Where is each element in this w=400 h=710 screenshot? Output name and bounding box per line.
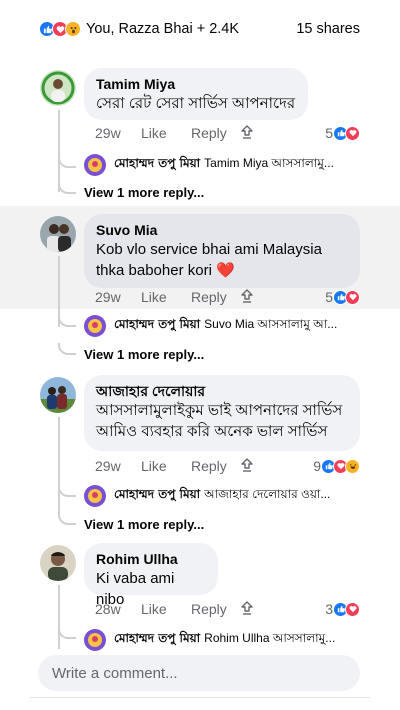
comment-bubble[interactable]: Suvo Mia Kob vlo service bhai ami Malays… bbox=[84, 214, 360, 288]
comment-author[interactable]: Tamim Miya bbox=[96, 75, 296, 93]
love-icon bbox=[345, 601, 360, 617]
love-icon bbox=[345, 289, 360, 305]
reply-preview[interactable]: মোহাম্মদ তপু মিয়া আজাহার দেলোয়ার ওয়া.… bbox=[84, 485, 360, 507]
reply-connector bbox=[58, 343, 76, 355]
thread-line bbox=[58, 417, 60, 513]
bottom-divider bbox=[30, 697, 370, 698]
reply-avatar[interactable] bbox=[84, 315, 106, 337]
reply-connector bbox=[58, 513, 76, 525]
comment-text: আসসালামুলাইকুম ভাই আপনাদের সার্ভিস আমিও … bbox=[96, 402, 343, 440]
comment-text: সেরা রেট সেরা সার্ভিস আপনাদের bbox=[96, 95, 296, 112]
reaction-count[interactable]: 5 bbox=[325, 289, 360, 305]
reply-text: Rohim Ullha আসসালামু... bbox=[204, 631, 336, 645]
view-more-replies-link[interactable]: View 1 more reply... bbox=[84, 185, 204, 200]
wow-icon bbox=[65, 21, 81, 37]
reply-preview[interactable]: মোহাম্মদ তপু মিয়া Suvo Mia আসসালামু আ..… bbox=[84, 315, 360, 337]
reply-author[interactable]: মোহাম্মদ তপু মিয়া bbox=[114, 155, 200, 175]
comment-text: Kob vlo service bhai ami Malaysia thka b… bbox=[96, 241, 322, 279]
thread-line bbox=[58, 585, 60, 649]
reply-avatar[interactable] bbox=[84, 154, 106, 176]
reply-author[interactable]: মোহাম্মদ তপু মিয়া bbox=[114, 316, 200, 336]
comment-actions: 29w Like Reply 9 bbox=[95, 457, 360, 475]
view-more-replies-link[interactable]: View 1 more reply... bbox=[84, 347, 204, 362]
comment-item: আজাহার দেলোয়ার আসসালামুলাইকুম ভাই আপনাদ… bbox=[0, 369, 400, 537]
avatar[interactable] bbox=[40, 70, 76, 106]
reply-avatar[interactable] bbox=[84, 629, 106, 651]
comment-author[interactable]: Rohim Ullha bbox=[96, 550, 206, 568]
shares-count[interactable]: 15 shares bbox=[296, 21, 360, 37]
reply-text: Tamim Miya আসসালামু... bbox=[204, 156, 334, 170]
comment-bubble[interactable]: Tamim Miya সেরা রেট সেরা সার্ভিস আপনাদের bbox=[84, 68, 308, 120]
comment-author[interactable]: আজাহার দেলোয়ার bbox=[96, 382, 348, 400]
reply-button[interactable]: Reply bbox=[191, 125, 239, 141]
reply-button[interactable]: Reply bbox=[191, 289, 239, 305]
like-button[interactable]: Like bbox=[141, 125, 191, 141]
avatar[interactable] bbox=[40, 545, 76, 581]
reply-preview[interactable]: মোহাম্মদ তপু মিয়া Tamim Miya আসসালামু..… bbox=[84, 154, 360, 176]
comment-time[interactable]: 29w bbox=[95, 289, 141, 305]
reply-button[interactable]: Reply bbox=[191, 458, 239, 474]
share-icon[interactable] bbox=[239, 600, 259, 618]
reply-button[interactable]: Reply bbox=[191, 601, 239, 617]
reply-text: আজাহার দেলোয়ার ওয়া... bbox=[204, 487, 331, 501]
reply-author[interactable]: মোহাম্মদ তপু মিয়া bbox=[114, 630, 200, 650]
reaction-count[interactable]: 9 bbox=[313, 458, 360, 474]
reaction-count[interactable]: 5 bbox=[325, 125, 360, 141]
comment-actions: 29w Like Reply 5 bbox=[95, 288, 360, 306]
comment-time[interactable]: 28w bbox=[95, 601, 141, 617]
comment-time[interactable]: 29w bbox=[95, 458, 141, 474]
share-icon[interactable] bbox=[239, 124, 259, 142]
comment-input[interactable]: Write a comment... bbox=[38, 655, 360, 691]
share-icon[interactable] bbox=[239, 288, 259, 306]
avatar[interactable] bbox=[40, 216, 76, 252]
comment-bubble[interactable]: Rohim Ullha Ki vaba ami nibo bbox=[84, 543, 218, 608]
reaction-count[interactable]: 3 bbox=[325, 601, 360, 617]
view-more-replies-link[interactable]: View 1 more reply... bbox=[84, 517, 204, 532]
comment-item: Rohim Ullha Ki vaba ami nibo 28w Like Re… bbox=[0, 537, 400, 651]
reaction-summary[interactable]: You, Razza Bhai + 2.4K 15 shares bbox=[0, 0, 400, 58]
comment-actions: 28w Like Reply 3 bbox=[95, 600, 360, 618]
reply-connector bbox=[58, 315, 76, 327]
comment-actions: 29w Like Reply 5 bbox=[95, 124, 360, 142]
reply-connector bbox=[58, 627, 76, 639]
reply-preview[interactable]: মোহাম্মদ তপু মিয়া Rohim Ullha আসসালামু.… bbox=[84, 629, 360, 651]
love-icon bbox=[345, 125, 360, 141]
comment-author[interactable]: Suvo Mia bbox=[96, 221, 348, 239]
haha-icon bbox=[345, 458, 360, 474]
comment-item-highlighted: Suvo Mia Kob vlo service bhai ami Malays… bbox=[0, 206, 400, 309]
reply-author[interactable]: মোহাম্মদ তপু মিয়া bbox=[114, 486, 200, 506]
reply-connector bbox=[58, 485, 76, 497]
reaction-icons bbox=[39, 21, 81, 37]
comment-input-placeholder: Write a comment... bbox=[52, 664, 178, 682]
like-button[interactable]: Like bbox=[141, 601, 191, 617]
comment-time[interactable]: 29w bbox=[95, 125, 141, 141]
reply-connector bbox=[58, 182, 76, 194]
thread-line bbox=[58, 256, 60, 309]
reply-avatar[interactable] bbox=[84, 485, 106, 507]
thread-line bbox=[58, 110, 60, 192]
reply-connector bbox=[58, 156, 76, 168]
share-icon[interactable] bbox=[239, 457, 259, 475]
reply-section: মোহাম্মদ তপু মিয়া Suvo Mia আসসালামু আ..… bbox=[0, 309, 400, 369]
reactor-names[interactable]: You, Razza Bhai + 2.4K bbox=[86, 21, 239, 37]
like-button[interactable]: Like bbox=[141, 289, 191, 305]
comment-bubble[interactable]: আজাহার দেলোয়ার আসসালামুলাইকুম ভাই আপনাদ… bbox=[84, 375, 360, 451]
like-button[interactable]: Like bbox=[141, 458, 191, 474]
comment-item: Tamim Miya সেরা রেট সেরা সার্ভিস আপনাদের… bbox=[0, 58, 400, 206]
avatar[interactable] bbox=[40, 377, 76, 413]
reply-text: Suvo Mia আসসালামু আ... bbox=[204, 317, 338, 331]
